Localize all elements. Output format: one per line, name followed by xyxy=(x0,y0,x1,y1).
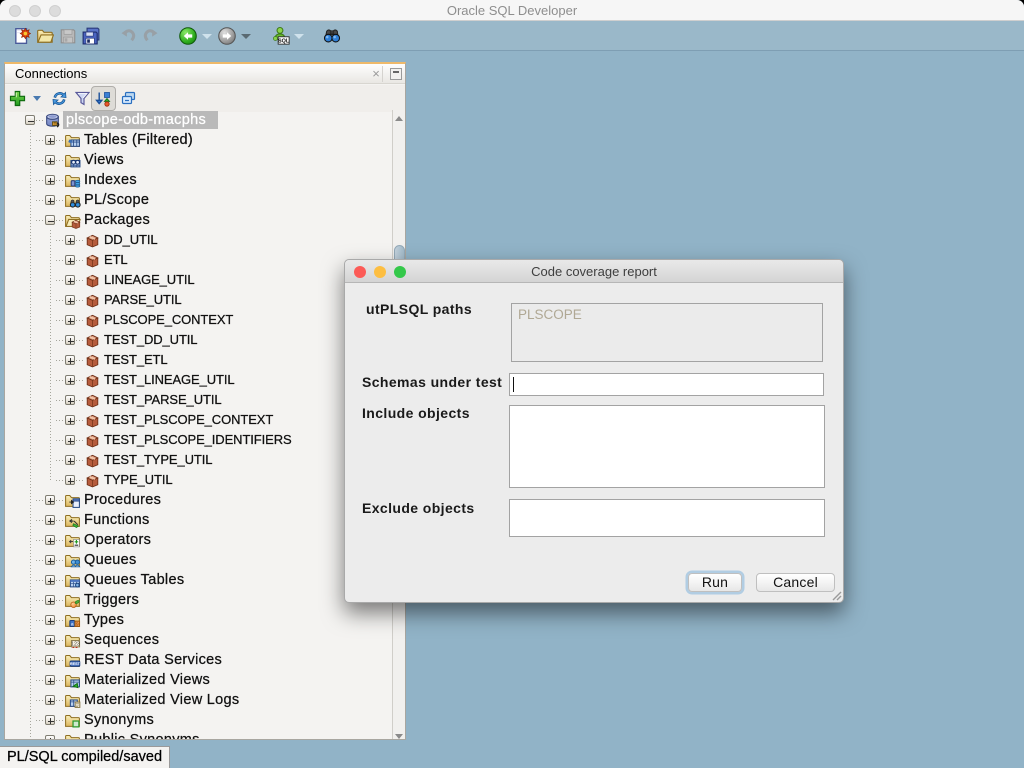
svg-text:SQL: SQL xyxy=(278,39,290,45)
svg-text:123: 123 xyxy=(71,642,80,648)
svg-text:9: 9 xyxy=(76,621,79,627)
svg-text:REST: REST xyxy=(70,662,81,666)
svg-text:a: a xyxy=(71,622,74,627)
